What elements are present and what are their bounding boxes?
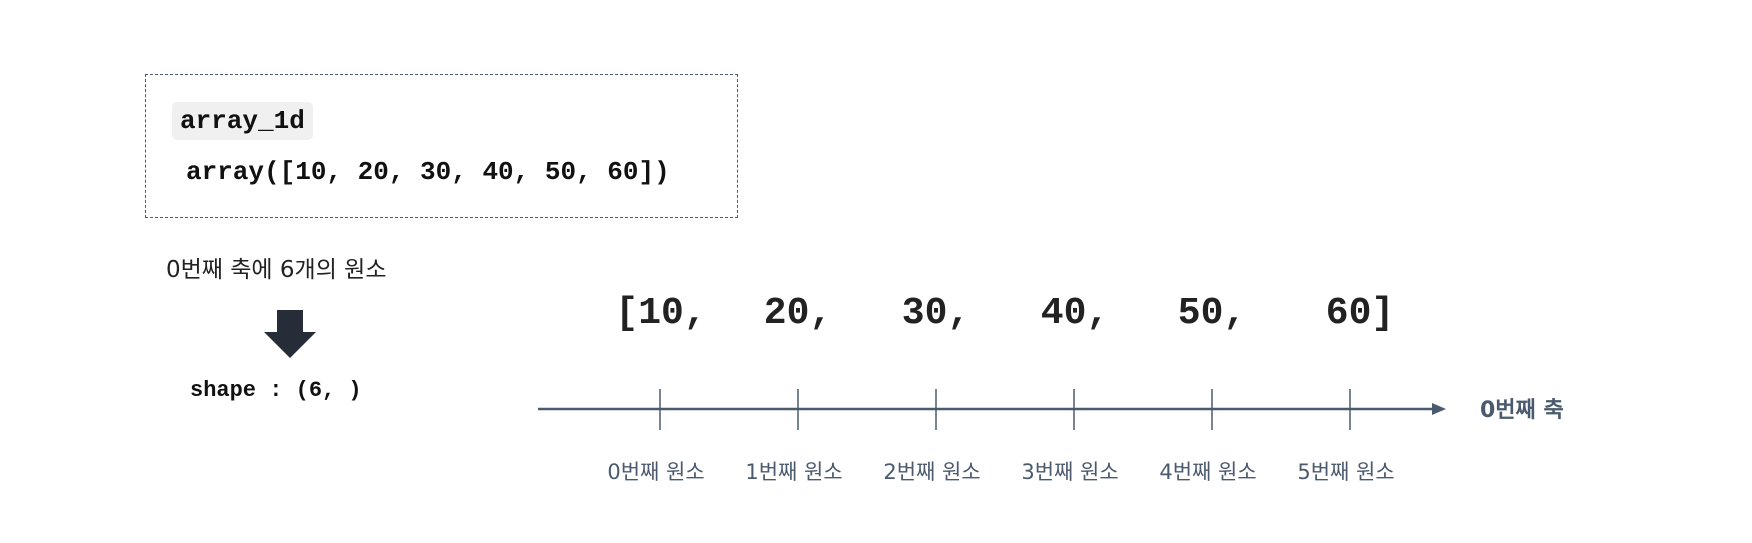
array-value: 60] [1326, 292, 1394, 335]
array-value: [10, [615, 292, 706, 335]
tick-label: 5번째 원소 [1297, 460, 1394, 484]
axis: 0번째 축 [538, 398, 1564, 423]
array-value: 20, [764, 292, 832, 335]
ticks: 0번째 원소 1번째 원소 2번째 원소 3번째 원소 4번째 원소 5번째 원소 [607, 389, 1395, 484]
tick-label: 4번째 원소 [1159, 460, 1256, 484]
tick-label: 1번째 원소 [745, 460, 842, 484]
array-value: 40, [1041, 292, 1109, 335]
axis-diagram: [10, 20, 30, 40, 50, 60] 0번째 축 0번째 원소 1번째 원소 2번… [538, 292, 1564, 484]
array-value: 30, [902, 292, 970, 335]
tick-label: 3번째 원소 [1021, 460, 1118, 484]
axis-label: 0번째 축 [1480, 398, 1564, 423]
array-values: [10, 20, 30, 40, 50, 60] [615, 292, 1394, 335]
tick-label: 0번째 원소 [607, 460, 704, 484]
array-value: 50, [1178, 292, 1246, 335]
tick-label: 2번째 원소 [883, 460, 980, 484]
axis-arrowhead [1432, 403, 1446, 415]
